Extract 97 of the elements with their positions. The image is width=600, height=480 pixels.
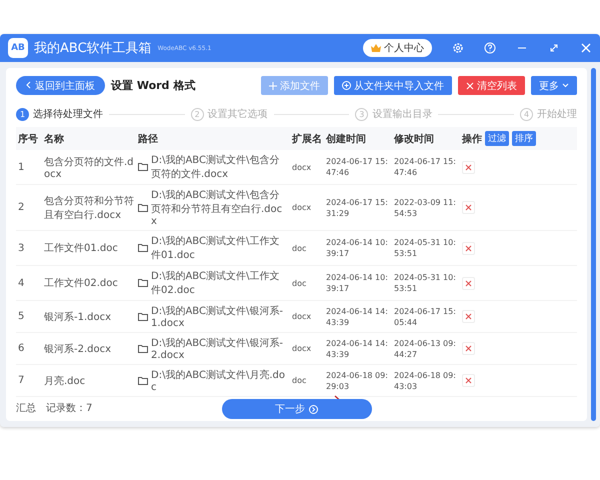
table-cell-text: 2024-06-13 09:44:27: [394, 338, 457, 360]
table-cell: 1: [18, 162, 24, 172]
delete-icon[interactable]: [462, 374, 475, 387]
table-cell-text: 2024-06-14 10:39:17: [326, 237, 389, 259]
table-cell-text: D:\我的ABC测试文件\银河系-1.docx: [151, 304, 284, 329]
table-cell: doc: [292, 278, 306, 288]
step-label: 设置输出目录: [372, 108, 432, 121]
close-icon[interactable]: [580, 42, 592, 54]
table-cell-text: 工作文件01.doc: [44, 242, 118, 255]
table-cell-text: 2024-06-14 14:43:39: [326, 338, 389, 360]
table-cell: docx: [292, 162, 312, 172]
step-label: 设置其它选项: [208, 108, 268, 121]
clear-button[interactable]: 清空列表: [458, 76, 525, 95]
table-cell: 4: [18, 278, 24, 288]
maximize-icon[interactable]: [548, 42, 560, 54]
folder-icon: [138, 244, 148, 252]
settings-icon[interactable]: [452, 42, 464, 54]
table-cell: doc: [292, 375, 306, 386]
table-cell: 3: [18, 242, 24, 254]
delete-icon[interactable]: [462, 310, 475, 323]
table-cell: 7: [18, 375, 24, 386]
table-cell-text: D:\我的ABC测试文件\月亮.doc: [151, 368, 286, 393]
column-header: 修改时间: [394, 132, 434, 146]
column-header: 路径: [138, 132, 158, 146]
more-button[interactable]: 更多: [531, 76, 577, 95]
table-cell-text: 月亮.doc: [44, 374, 86, 388]
table-cell: 5: [18, 311, 24, 322]
table-cell: docx: [292, 202, 312, 213]
table-cell-text: 2024-05-31 10:53:51: [394, 237, 457, 259]
table-cell-text: 2022-03-09 11:54:53: [394, 196, 457, 218]
account-button[interactable]: 个人中心: [363, 39, 432, 57]
add-button[interactable]: 添加文件: [261, 76, 328, 95]
delete-icon[interactable]: [462, 276, 475, 290]
column-header: 创建时间: [326, 132, 366, 146]
folder-icon: [138, 376, 148, 384]
table-cell-text: 银河系-2.docx: [44, 342, 112, 356]
delete-icon[interactable]: [462, 201, 475, 214]
table-cell-text: 2024-06-14 10:39:17: [326, 272, 389, 294]
table-cell-text: 2024-06-18 09:29:03: [326, 370, 389, 392]
summary-label: 汇总: [16, 402, 36, 415]
table-cell-text: D:\我的ABC测试文件\工作文件01.doc: [151, 234, 280, 262]
folder-icon: [138, 312, 148, 320]
app-logo: AB: [8, 38, 28, 58]
arrow-circle-icon: [309, 404, 318, 414]
record-count: 记录数：7: [46, 402, 92, 415]
table-cell-text: 2024-06-17 15:47:46: [326, 156, 389, 178]
step-number: 3: [355, 108, 368, 120]
table-cell: docx: [292, 311, 312, 322]
chevron-left-icon: [26, 80, 31, 88]
step-label: 开始处理: [537, 108, 578, 121]
circle-plus-icon: [342, 81, 351, 90]
column-header: 扩展名: [292, 132, 322, 146]
table-cell-text: 包含分页符的文件.docx: [44, 156, 134, 180]
step-label: 选择待处理文件: [33, 108, 103, 121]
scrollbar[interactable]: [591, 68, 596, 421]
table-cell: doc: [292, 242, 306, 254]
sort-button[interactable]: 排序: [512, 131, 536, 146]
crown-icon: [371, 44, 381, 52]
delete-icon[interactable]: [462, 342, 475, 355]
close-icon: [466, 82, 474, 90]
table-cell-text: 2024-05-31 10:53:51: [394, 272, 457, 294]
table-cell-text: 2024-06-17 15:05:44: [394, 306, 457, 328]
step-number: 4: [520, 108, 534, 120]
table-cell-text: D:\我的ABC测试文件\工作文件02.doc: [151, 270, 280, 297]
back-button[interactable]: 返回到主面板: [16, 76, 105, 95]
column-header: 序号: [18, 132, 38, 146]
table-cell-text: 工作文件02.doc: [44, 276, 118, 290]
window-title: 我的ABC软件工具箱: [34, 40, 152, 57]
table-cell: 2: [18, 202, 24, 213]
table-cell-text: D:\我的ABC测试文件\包含分页符的文件.docx: [151, 154, 280, 181]
table-cell-text: 2024-06-14 14:43:39: [326, 306, 389, 328]
table-cell-text: 银河系-1.docx: [44, 310, 112, 324]
table-cell: 6: [18, 343, 24, 354]
delete-icon[interactable]: [462, 242, 475, 254]
column-header: 名称: [44, 132, 64, 146]
folder-icon: [138, 344, 148, 352]
table-cell: docx: [292, 343, 312, 354]
step-number: 2: [190, 108, 204, 120]
table-cell-text: 2024-06-17 15:31:29: [326, 196, 389, 218]
table-cell-text: D:\我的ABC测试文件\包含分页符和分节符且有空白行.docx: [151, 188, 284, 227]
import-button[interactable]: 从文件夹中导入文件: [334, 76, 452, 95]
table-cell-text: D:\我的ABC测试文件\银河系-2.docx: [151, 336, 284, 361]
folder-icon: [138, 279, 148, 287]
help-icon[interactable]: [484, 42, 496, 54]
table-cell-text: 2024-06-18 09:43:03: [394, 370, 457, 392]
filter-button[interactable]: 过滤: [485, 131, 509, 146]
column-header: 操作: [462, 132, 482, 146]
folder-icon: [138, 204, 148, 212]
table-cell-text: 包含分页符和分节符且有空白行.docx: [44, 194, 134, 222]
next-button[interactable]: 下一步: [222, 399, 372, 419]
page-heading: 设置 Word 格式: [111, 78, 196, 93]
step-number: 1: [16, 108, 29, 120]
plus-icon: [269, 82, 277, 90]
folder-icon: [138, 163, 148, 171]
delete-icon[interactable]: [462, 160, 475, 174]
caret-icon: [562, 83, 569, 88]
table-cell-text: 2024-06-17 15:47:46: [394, 156, 457, 178]
